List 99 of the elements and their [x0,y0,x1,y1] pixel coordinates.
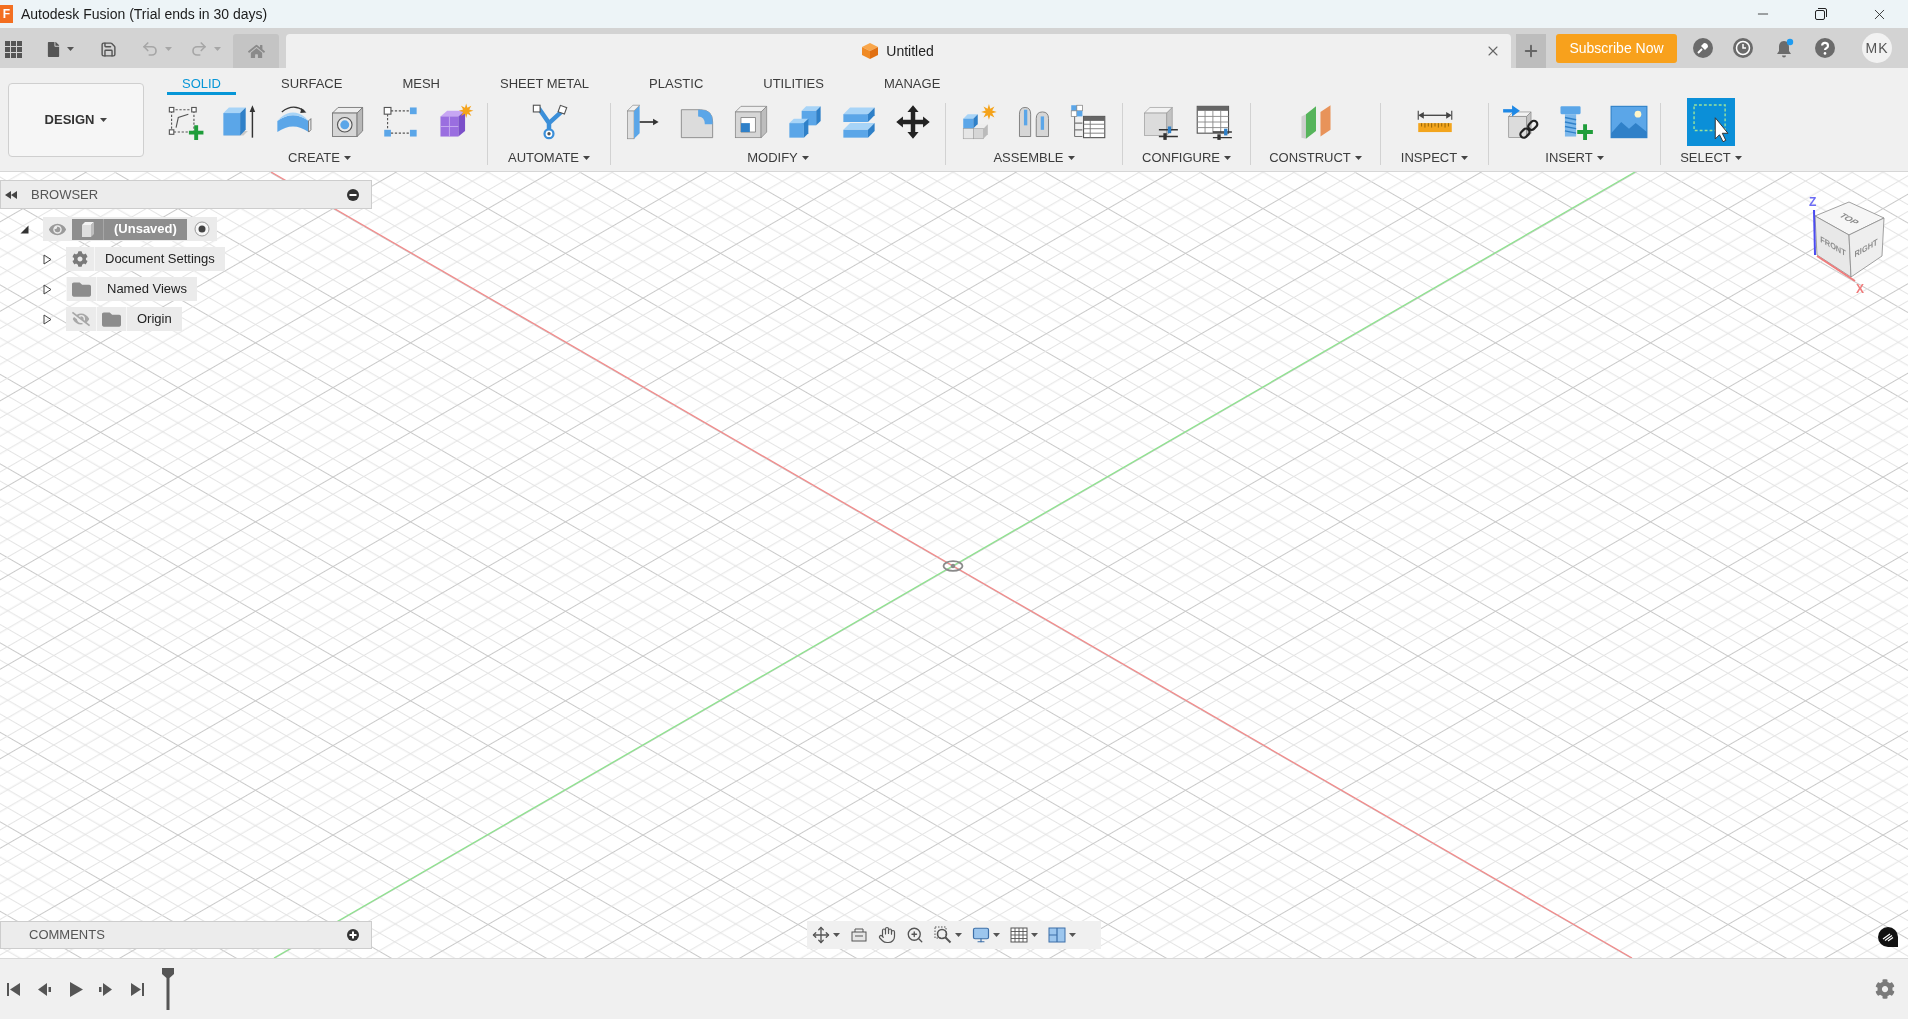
z-axis-label: Z [1809,195,1817,209]
bell-icon[interactable] [1774,37,1794,59]
hand-icon[interactable] [878,926,896,944]
ribbon-tab[interactable]: PLASTIC [634,68,719,95]
cube-icon [861,42,880,60]
plus-icon [1522,42,1540,60]
tree-table-icon[interactable] [1069,103,1107,141]
caret-icon [1067,156,1075,160]
user-avatar[interactable]: MK [1862,33,1892,63]
panel-title: BROWSER [31,185,99,204]
split-view-icon[interactable] [1048,926,1066,944]
group-dropdown[interactable]: SELECT [1680,150,1742,166]
caret-icon[interactable] [67,47,74,51]
select-cursor-icon[interactable] [1687,98,1735,146]
clock-icon[interactable] [1733,38,1753,58]
group-dropdown[interactable]: CONFIGURE [1142,150,1231,166]
triangle-icon[interactable] [43,313,52,325]
plug-circle-icon[interactable] [1693,38,1713,58]
new-tab-button[interactable] [1516,34,1546,68]
timeline-marker[interactable] [161,968,175,1010]
shell-box-icon[interactable] [732,103,770,141]
tree-item-label: (Unsaved) [103,218,187,240]
plus-circle-icon[interactable] [347,929,359,941]
ribbon-tab[interactable]: MANAGE [868,68,956,95]
caret-icon [1224,156,1231,160]
group-dropdown[interactable]: INSERT [1545,150,1604,166]
help-icon[interactable] [1815,38,1835,58]
caret-icon [801,156,809,160]
play-icon[interactable] [68,980,84,998]
zoom-in-icon[interactable] [906,926,924,944]
step-back-icon[interactable] [37,981,52,997]
origin-icon[interactable] [942,560,964,572]
caret-icon[interactable] [1031,933,1038,937]
folder-icon [102,309,121,329]
box-link-icon[interactable] [1501,103,1540,141]
move-arrows-icon[interactable] [894,103,932,141]
ribbon-tab[interactable]: UTILITIES [748,68,839,95]
group-dropdown[interactable]: CONSTRUCT [1269,150,1362,166]
home-icon [247,42,265,60]
triangle-icon[interactable] [43,253,52,265]
double-arrow-icon[interactable] [5,190,17,199]
workspace-dropdown[interactable]: DESIGN [8,83,144,157]
caret-icon [1596,156,1604,160]
frame-icon[interactable] [850,926,868,944]
cubes-icon[interactable] [786,103,824,141]
app-logo: F [0,5,13,23]
file-icon[interactable] [46,41,61,57]
monitor-icon[interactable] [972,926,990,944]
caret-icon [100,118,108,122]
caret-icon[interactable] [833,933,840,937]
settings-icon[interactable] [1875,979,1895,999]
save-icon[interactable] [100,40,117,58]
move-arrows-icon[interactable] [812,926,830,944]
caret-icon[interactable] [1069,933,1076,937]
z-axis-line [1813,209,1816,256]
ribbon-tab[interactable]: SURFACE [266,68,358,95]
grid-icon[interactable] [1010,926,1028,944]
ribbon-tab[interactable]: SHEET METAL [485,68,605,95]
group-dropdown[interactable]: ASSEMBLE [993,150,1075,166]
minus-circle-icon[interactable] [347,188,359,201]
browser-tree-item[interactable]: Origin [66,307,182,331]
tree-item-label: Origin [126,307,182,331]
step-forward-icon[interactable] [98,981,113,997]
caret-icon[interactable] [993,933,1000,937]
caret-icon [1734,156,1742,160]
folder-icon [72,279,91,299]
tree-item-label: Document Settings [94,247,225,271]
browser-tree-item[interactable]: Named Views [66,277,197,301]
group-dropdown[interactable]: INSPECT [1400,150,1469,166]
triangle-icon[interactable] [20,224,29,234]
chat-bubble-icon[interactable] [1878,927,1898,947]
group-dropdown[interactable]: CREATE [288,150,351,166]
document-tab[interactable]: Untitled [286,34,1511,68]
caret-icon[interactable] [955,933,962,937]
tree-item-label: Named Views [96,277,197,301]
triangle-icon[interactable] [43,283,52,295]
table-sliders-icon[interactable] [1194,103,1233,141]
image-icon[interactable] [1609,103,1648,141]
window-title: Autodesk Fusion (Trial ends in 30 days) [21,4,268,24]
x-axis-indicator [1816,255,1856,282]
skip-back-icon[interactable] [6,981,21,997]
group-dropdown[interactable]: AUTOMATE [508,150,590,166]
panel-title: COMMENTS [29,926,105,945]
caret-icon [583,156,590,160]
group-dropdown[interactable]: MODIFY [747,150,809,166]
browser-tree-item[interactable]: Document Settings [66,247,225,271]
caret-icon [1354,156,1362,160]
zoom-window-icon[interactable] [934,926,952,944]
cube-icon [72,218,103,240]
gear-icon [72,251,88,267]
restore-icon[interactable] [1815,8,1827,20]
skip-forward-icon[interactable] [130,981,145,997]
caret-icon [343,156,351,160]
radio-icon[interactable] [193,221,210,237]
apps-grid-icon[interactable] [5,40,22,58]
caret-icon [1461,156,1469,160]
x-axis-label: X [1856,282,1864,295]
ribbon-tab[interactable]: MESH [387,68,455,95]
branch-icon[interactable] [530,103,568,141]
